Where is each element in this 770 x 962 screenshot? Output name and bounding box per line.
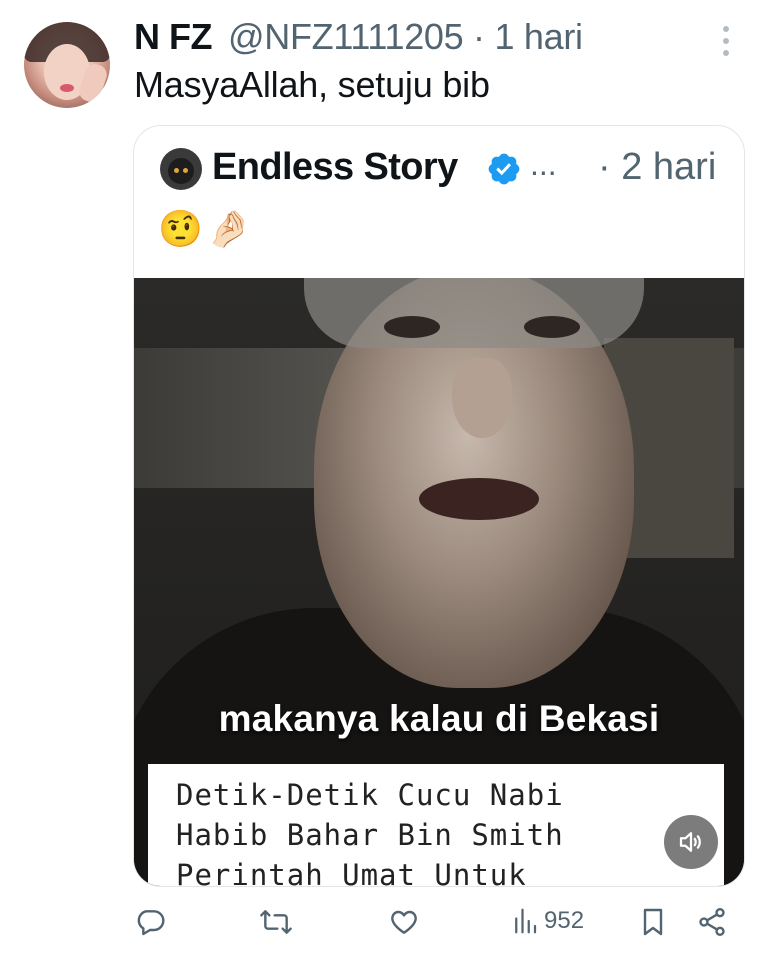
more-icon[interactable] [718, 26, 734, 56]
video-title-overlay: Detik-Detik Cucu Nabi Habib Bahar Bin Sm… [148, 764, 724, 886]
retweet-icon[interactable] [258, 906, 294, 938]
overlay-line: Detik-Detik Cucu Nabi [176, 778, 564, 812]
video-player[interactable]: makanya kalau di Bekasi Detik-Detik Cucu… [134, 278, 744, 886]
bookmark-icon[interactable] [638, 906, 668, 938]
reply-icon[interactable] [134, 906, 166, 938]
reply-text: MasyaAllah, setuju bib [134, 64, 490, 105]
quoted-avatar[interactable] [160, 148, 202, 190]
quoted-time[interactable]: · 2 hari [598, 146, 716, 189]
quoted-text: 🤨🤌🏻 [158, 208, 256, 249]
reply-handle-time[interactable]: @NFZ1111205 · 1 hari [228, 16, 583, 58]
views-count: 952 [544, 907, 585, 934]
views-button[interactable]: 952 [512, 906, 584, 936]
reply-display-name[interactable]: N FZ [134, 16, 212, 58]
quoted-tweet-card[interactable]: Endless Story ... · 2 hari 🤨🤌🏻 makanya k… [133, 125, 745, 887]
volume-icon[interactable] [664, 815, 718, 869]
action-bar: 952 [0, 900, 770, 950]
video-caption: makanya kalau di Bekasi [218, 698, 660, 739]
quoted-name-ellipsis: ... [530, 146, 557, 182]
views-icon [515, 908, 537, 934]
overlay-line: Perintah Umat Untuk [176, 858, 527, 886]
share-icon[interactable] [696, 906, 728, 938]
like-icon[interactable] [388, 906, 420, 938]
verified-icon [488, 153, 520, 185]
overlay-line: Habib Bahar Bin Smith [176, 818, 564, 852]
reply-avatar[interactable] [24, 22, 110, 108]
quoted-display-name[interactable]: Endless Story [212, 146, 458, 189]
